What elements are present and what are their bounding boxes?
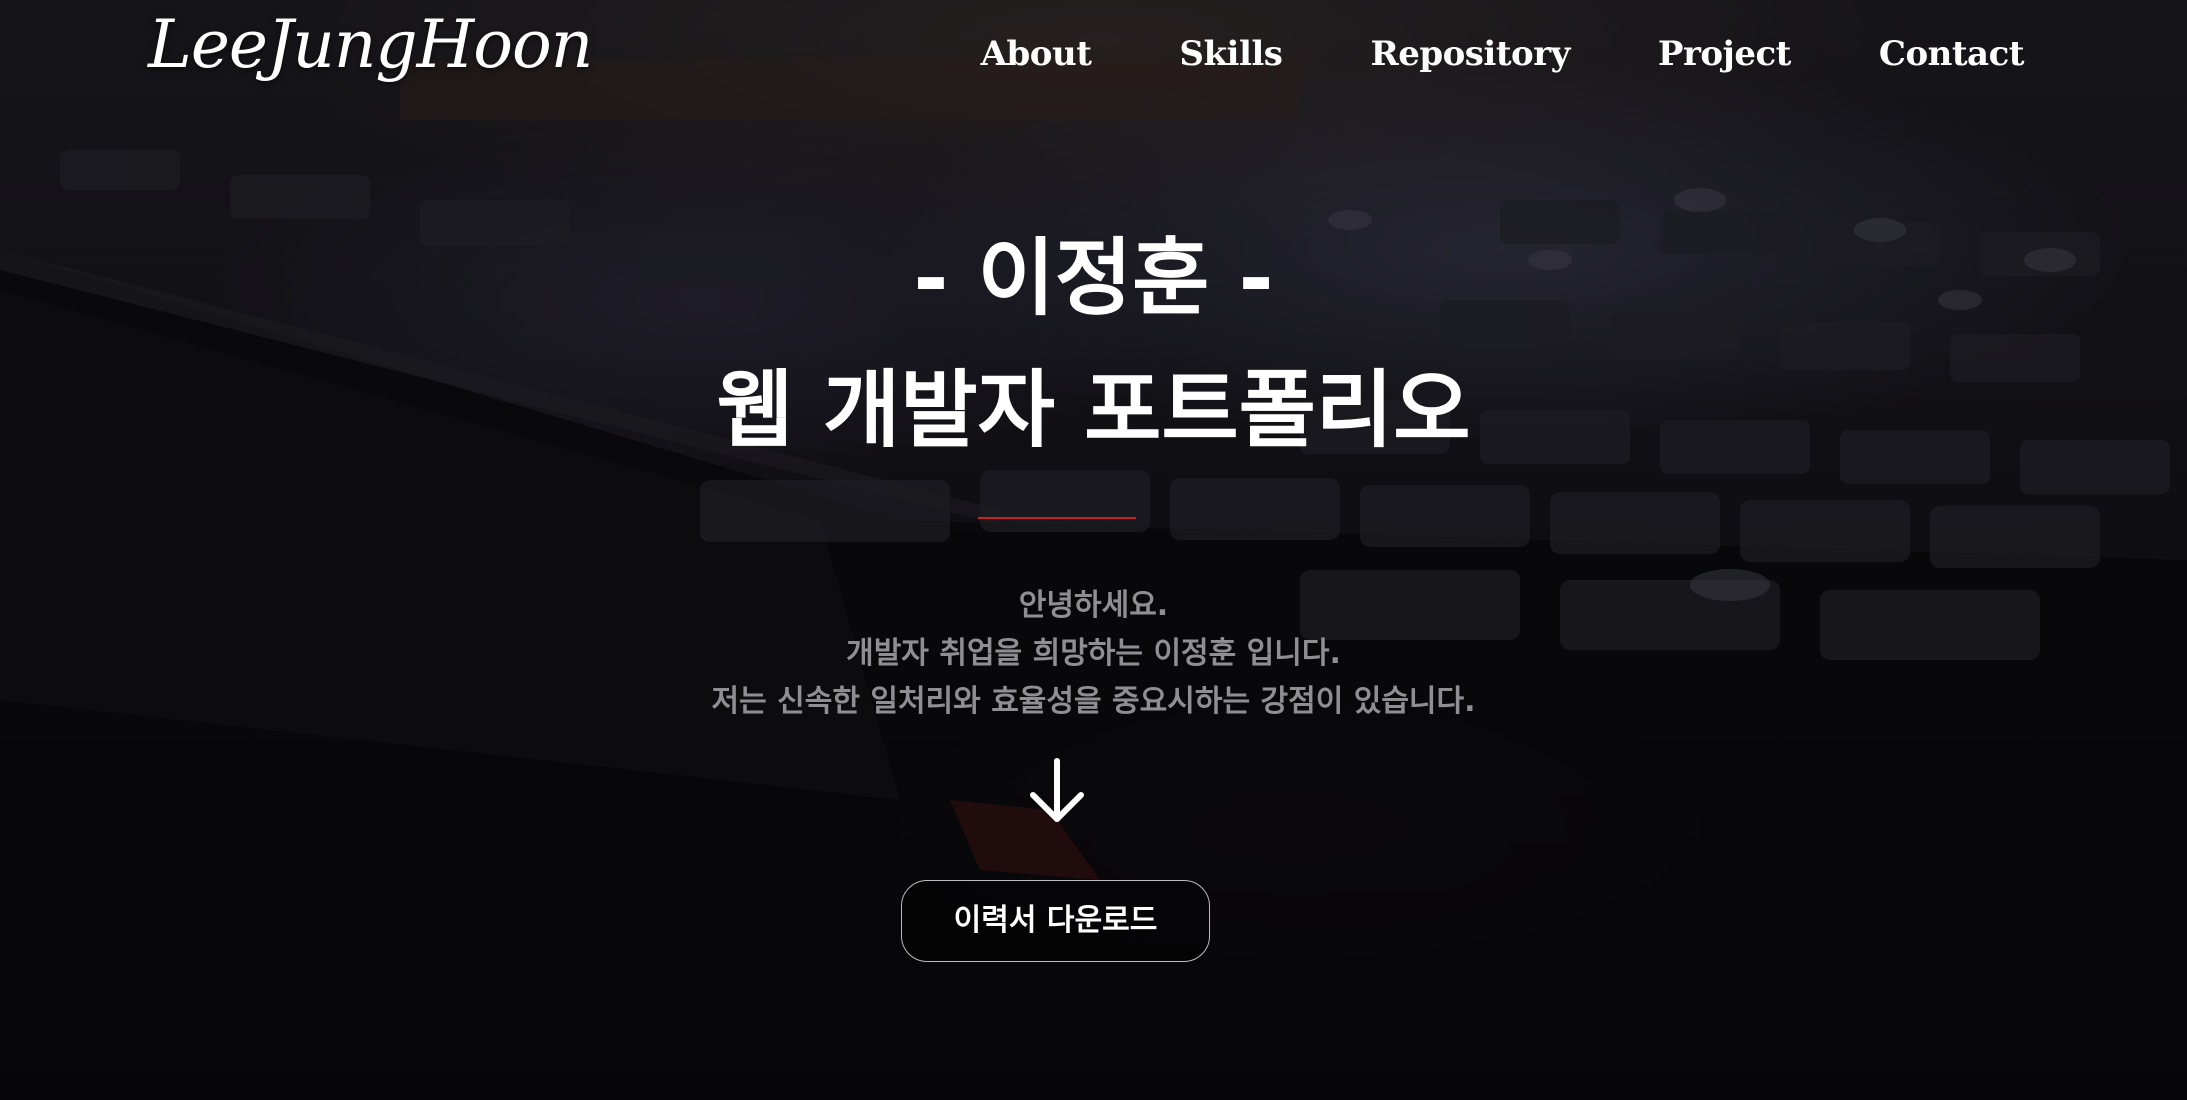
intro-line: 개발자 취업을 희망하는 이정훈 입니다. [846, 636, 1341, 671]
nav-link-skills[interactable]: Skills [1179, 34, 1283, 74]
red-divider [978, 517, 1136, 519]
nav-link-contact[interactable]: Contact [1879, 34, 2025, 74]
intro-text: 안녕하세요. 개발자 취업을 희망하는 이정훈 입니다. 저는 신속한 일처리와… [0, 582, 2187, 726]
top-navigation: LeeJungHoon About Skills Repository Proj… [0, 0, 2187, 120]
arrow-down-icon[interactable] [1027, 757, 1087, 825]
nav-link-about[interactable]: About [981, 34, 1092, 74]
hero-section: LeeJungHoon About Skills Repository Proj… [0, 0, 2187, 1100]
hero-subtitle: 웹 개발자 포트폴리오 [716, 361, 1471, 459]
nav-link-project[interactable]: Project [1658, 34, 1792, 74]
resume-download-button[interactable]: 이력서 다운로드 [901, 880, 1210, 962]
nav-link-repository[interactable]: Repository [1370, 34, 1570, 74]
site-logo[interactable]: LeeJungHoon [148, 6, 593, 83]
intro-line: 저는 신속한 일처리와 효율성을 중요시하는 강점이 있습니다. [711, 684, 1476, 719]
intro-line: 안녕하세요. [1018, 588, 1169, 623]
hero-name-title: - 이정훈 - [913, 229, 1274, 327]
nav-menu: About Skills Repository Project Contact [981, 34, 2025, 74]
